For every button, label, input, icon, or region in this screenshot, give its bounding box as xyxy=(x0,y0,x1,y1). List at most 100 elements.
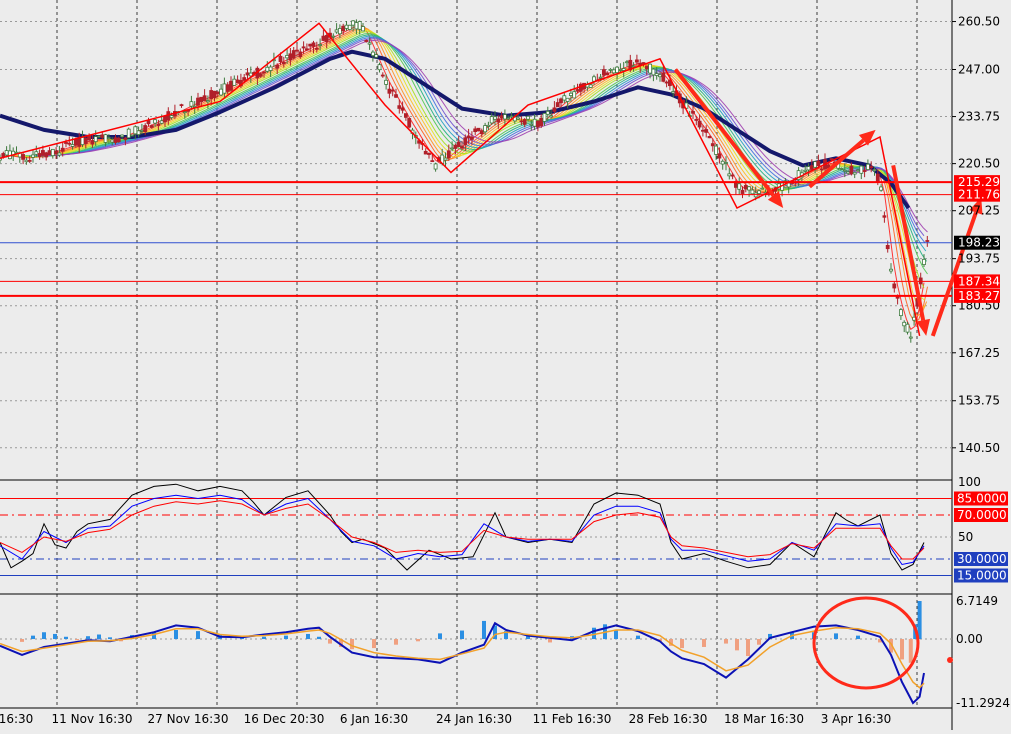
macd-hist-bar[interactable] xyxy=(97,634,101,640)
candle-body[interactable] xyxy=(235,79,240,84)
candle-body[interactable] xyxy=(258,73,263,77)
candle-body[interactable] xyxy=(219,88,224,96)
candle-body[interactable] xyxy=(635,59,639,63)
candle-body[interactable] xyxy=(925,240,930,242)
arrow-shaft[interactable] xyxy=(673,68,775,197)
macd-panel[interactable] xyxy=(0,596,953,705)
candle-body[interactable] xyxy=(539,117,544,127)
candle-body[interactable] xyxy=(397,105,402,109)
candle-body[interactable] xyxy=(516,117,520,120)
candle-body[interactable] xyxy=(318,44,323,46)
candle-body[interactable] xyxy=(370,51,375,57)
candle-body[interactable] xyxy=(602,69,606,76)
candle-body[interactable] xyxy=(549,115,553,118)
candle-body[interactable] xyxy=(301,46,306,49)
candle-body[interactable] xyxy=(575,89,580,92)
candle-body[interactable] xyxy=(697,120,702,128)
candle-body[interactable] xyxy=(724,162,728,164)
candle-body[interactable] xyxy=(592,76,596,82)
candle-body[interactable] xyxy=(80,137,85,146)
candle-body[interactable] xyxy=(552,107,557,112)
candle-body[interactable] xyxy=(74,138,78,146)
candle-body[interactable] xyxy=(651,68,656,76)
candle-body[interactable] xyxy=(34,151,39,155)
candle-body[interactable] xyxy=(641,62,646,64)
candle-body[interactable] xyxy=(496,118,501,123)
candle-body[interactable] xyxy=(476,127,481,132)
candle-body[interactable] xyxy=(486,124,491,127)
candle-body[interactable] xyxy=(529,123,534,126)
candle-body[interactable] xyxy=(757,190,761,194)
candle-body[interactable] xyxy=(311,42,316,47)
price-panel[interactable] xyxy=(0,19,983,343)
stoch-series[interactable] xyxy=(0,500,925,560)
macd-hist-bar[interactable] xyxy=(548,639,552,643)
candle-body[interactable] xyxy=(199,96,204,103)
macd-hist-bar[interactable] xyxy=(416,639,420,642)
candle-body[interactable] xyxy=(922,258,926,265)
candle-body[interactable] xyxy=(212,90,217,99)
candle-body[interactable] xyxy=(430,160,435,163)
candle-body[interactable] xyxy=(262,71,266,74)
candle-body[interactable] xyxy=(450,147,455,150)
candle-body[interactable] xyxy=(41,150,45,156)
candle-body[interactable] xyxy=(460,146,464,149)
candle-body[interactable] xyxy=(892,283,897,289)
candle-body[interactable] xyxy=(869,166,874,169)
macd-hist-bar[interactable] xyxy=(908,639,913,663)
candle-body[interactable] xyxy=(536,120,540,128)
candle-body[interactable] xyxy=(123,137,128,140)
candle-body[interactable] xyxy=(245,72,250,76)
candle-body[interactable] xyxy=(466,135,471,139)
candle-body[interactable] xyxy=(694,119,699,121)
candle-body[interactable] xyxy=(625,61,629,64)
candle-body[interactable] xyxy=(182,111,187,114)
candle-body[interactable] xyxy=(387,88,392,94)
candle-body[interactable] xyxy=(341,25,346,32)
candle-body[interactable] xyxy=(433,163,438,170)
candle-body[interactable] xyxy=(126,128,131,139)
candle-body[interactable] xyxy=(97,135,101,138)
candle-body[interactable] xyxy=(829,158,834,161)
candle-body[interactable] xyxy=(163,116,167,123)
candle-body[interactable] xyxy=(229,80,233,91)
candle-body[interactable] xyxy=(819,168,824,171)
candle-body[interactable] xyxy=(21,154,26,160)
candle-body[interactable] xyxy=(57,152,62,156)
candle-body[interactable] xyxy=(618,69,623,71)
macd-hist-bar[interactable] xyxy=(856,635,860,640)
candle-body[interactable] xyxy=(493,116,497,120)
candle-body[interactable] xyxy=(384,79,389,85)
candle-body[interactable] xyxy=(337,28,342,35)
candle-body[interactable] xyxy=(526,115,530,120)
candle-body[interactable] xyxy=(866,163,870,170)
candle-body[interactable] xyxy=(357,21,362,30)
candle-body[interactable] xyxy=(727,173,732,177)
candle-body[interactable] xyxy=(130,134,134,137)
candle-body[interactable] xyxy=(153,119,158,124)
candle-body[interactable] xyxy=(631,65,636,68)
candle-body[interactable] xyxy=(334,29,339,33)
candle-body[interactable] xyxy=(31,154,35,158)
candle-body[interactable] xyxy=(842,169,847,172)
candle-body[interactable] xyxy=(149,125,154,128)
candle-body[interactable] xyxy=(562,95,567,101)
candle-body[interactable] xyxy=(347,24,352,30)
candle-body[interactable] xyxy=(285,55,290,59)
candle-body[interactable] xyxy=(502,114,507,120)
candle-body[interactable] xyxy=(374,54,379,58)
candle-body[interactable] xyxy=(390,89,395,92)
macd-hist-bar[interactable] xyxy=(724,639,728,644)
candle-body[interactable] xyxy=(605,72,610,76)
macd-hist-bar[interactable] xyxy=(350,639,354,650)
candle-body[interactable] xyxy=(661,72,666,82)
candle-body[interactable] xyxy=(275,64,280,69)
candle-body[interactable] xyxy=(598,76,603,79)
candle-body[interactable] xyxy=(852,171,857,175)
candle-body[interactable] xyxy=(499,115,504,119)
candle-body[interactable] xyxy=(446,150,451,159)
macd-hist-bar[interactable] xyxy=(482,620,486,640)
macd-hist-bar[interactable] xyxy=(317,636,321,640)
candle-body[interactable] xyxy=(760,187,765,190)
stoch-series[interactable] xyxy=(0,494,925,566)
